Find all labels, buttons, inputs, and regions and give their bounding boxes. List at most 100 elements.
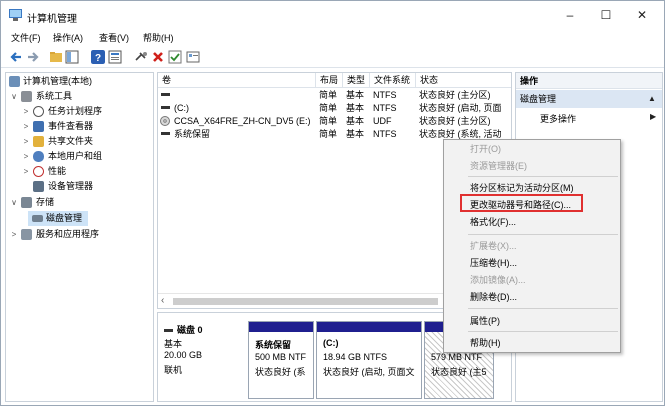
volume-layout: 简单	[319, 90, 338, 100]
volume-fs: NTFS	[373, 90, 397, 100]
tree-item-services[interactable]: > 服务和应用程序	[8, 227, 152, 242]
volume-status: 状态良好 (主分区)	[419, 116, 491, 126]
tree-item-local-users[interactable]: > 本地用户和组	[8, 149, 152, 164]
volume-status: 状态良好 (启动, 页面	[419, 103, 502, 113]
close-button[interactable]: ✕	[624, 1, 660, 29]
collapse-chevron-icon[interactable]: ∨	[10, 89, 18, 104]
volume-icon	[161, 132, 170, 135]
menu-item-shrink[interactable]: 压缩卷(H)...	[470, 256, 517, 270]
maximize-button[interactable]: ☐	[588, 1, 624, 29]
properties-icon[interactable]	[108, 50, 122, 64]
connect-icon[interactable]	[134, 50, 148, 64]
volume-type: 基本	[346, 103, 365, 113]
tree-item-label: 共享文件夹	[48, 136, 94, 146]
tree-item-label: 磁盘管理	[46, 213, 83, 223]
volume-name[interactable]: CCSA_X64FRE_ZH-CN_DV5 (E:)	[174, 115, 314, 127]
menu-item-format[interactable]: 格式化(F)...	[470, 215, 516, 229]
services-icon	[21, 229, 32, 240]
disk-info[interactable]: 磁盘 0 基本 20.00 GB 联机	[162, 321, 244, 399]
column-header-volume[interactable]: 卷	[158, 73, 316, 88]
actions-section-disk-management[interactable]: 磁盘管理 ▲	[516, 90, 662, 108]
expand-chevron-icon[interactable]: >	[22, 104, 30, 119]
expand-chevron-icon[interactable]: >	[10, 227, 18, 242]
partition-c[interactable]: (C:) 18.94 GB NTFS 状态良好 (启动, 页面文	[316, 321, 422, 399]
volume-name[interactable]: (C:)	[174, 102, 314, 114]
menu-help[interactable]: 帮助(H)	[143, 31, 174, 44]
menu-file[interactable]: 文件(F)	[11, 31, 41, 44]
partition-size: 500 MB NTF	[255, 352, 307, 362]
delete-icon[interactable]	[151, 50, 165, 64]
event-viewer-icon	[33, 121, 44, 132]
menu-separator	[468, 176, 618, 177]
menu-item-help[interactable]: 帮助(H)	[470, 336, 501, 350]
disk-state: 联机	[164, 365, 183, 375]
check-icon[interactable]	[168, 50, 182, 64]
help-icon[interactable]: ?	[91, 50, 105, 64]
show-hide-tree-icon[interactable]	[65, 50, 79, 64]
svg-text:?: ?	[95, 53, 101, 64]
expand-chevron-icon[interactable]: >	[22, 149, 30, 164]
menu-item-mark-active[interactable]: 将分区标记为活动分区(M)	[470, 181, 574, 195]
menu-action[interactable]: 操作(A)	[53, 31, 83, 44]
tree-item-device-manager[interactable]: 设备管理器	[8, 179, 152, 194]
menu-item-properties[interactable]: 属性(P)	[470, 314, 500, 328]
disk-name: 磁盘 0	[177, 325, 203, 335]
window-title: 计算机管理	[27, 14, 77, 25]
partition-status: 状态良好 (主5	[431, 367, 487, 377]
expand-chevron-icon[interactable]: >	[22, 134, 30, 149]
submenu-arrow-icon[interactable]: ▶	[650, 112, 656, 121]
expand-chevron-icon[interactable]: >	[22, 164, 30, 179]
menu-item-extend[interactable]: 扩展卷(X)...	[470, 239, 517, 253]
column-header-filesystem[interactable]: 文件系统	[370, 73, 416, 88]
menu-item-add-mirror[interactable]: 添加镜像(A)...	[470, 273, 526, 287]
toolbar: ?	[1, 46, 664, 68]
partition-bar	[249, 322, 313, 332]
performance-icon	[33, 166, 44, 177]
tree-item-task-scheduler[interactable]: > 任务计划程序	[8, 104, 152, 119]
collapse-up-icon[interactable]: ▲	[648, 90, 656, 108]
tree-item-label: 设备管理器	[48, 181, 94, 191]
scrollbar-thumb[interactable]	[173, 298, 438, 305]
menu-item-explorer[interactable]: 资源管理器(E)	[470, 159, 527, 173]
minimize-button[interactable]: –	[552, 1, 588, 29]
expand-chevron-icon[interactable]: >	[22, 119, 30, 134]
actions-section-label: 磁盘管理	[520, 94, 557, 104]
menu-view[interactable]: 查看(V)	[99, 31, 129, 44]
users-icon	[33, 151, 44, 162]
forward-icon[interactable]	[26, 50, 40, 64]
volume-name[interactable]: 系统保留	[174, 128, 314, 140]
menu-item-open[interactable]: 打开(O)	[470, 142, 501, 156]
actions-header: 操作	[516, 73, 662, 89]
up-folder-icon[interactable]	[49, 50, 63, 64]
tree-item-disk-management[interactable]: 磁盘管理	[28, 211, 88, 226]
more-actions-link[interactable]: 更多操作	[540, 112, 576, 125]
partition-name: 系统保留	[255, 340, 292, 350]
tools-icon	[21, 91, 32, 102]
tree-item-system-tools[interactable]: ∨ 系统工具	[8, 89, 152, 104]
clock-icon	[33, 106, 44, 117]
context-menu: 打开(O) 资源管理器(E) 将分区标记为活动分区(M) 更改驱动器号和路径(C…	[443, 139, 621, 353]
column-header-type[interactable]: 类型	[343, 73, 370, 88]
tree-item-shared-folders[interactable]: > 共享文件夹	[8, 134, 152, 149]
scroll-left-icon[interactable]: ‹	[161, 295, 164, 306]
partition-system-reserved[interactable]: 系统保留 500 MB NTF 状态良好 (系	[248, 321, 314, 399]
column-header-status[interactable]: 状态	[416, 73, 511, 88]
menu-item-delete[interactable]: 删除卷(D)...	[470, 290, 517, 304]
tree-item-label: 性能	[48, 166, 67, 176]
menu-separator	[468, 234, 618, 235]
tree-item-performance[interactable]: > 性能	[8, 164, 152, 179]
computer-management-icon	[9, 76, 20, 87]
tree-item-storage[interactable]: ∨ 存储	[8, 195, 152, 210]
tree-root[interactable]: 计算机管理(本地)	[8, 74, 152, 89]
view-icon[interactable]	[186, 50, 200, 64]
volume-type: 基本	[346, 116, 365, 126]
collapse-chevron-icon[interactable]: ∨	[10, 195, 18, 210]
back-icon[interactable]	[9, 50, 23, 64]
column-header-layout[interactable]: 布局	[316, 73, 343, 88]
tree-item-event-viewer[interactable]: > 事件查看器	[8, 119, 152, 134]
disk-type: 基本	[164, 339, 183, 349]
menu-bar: 文件(F) 操作(A) 查看(V) 帮助(H)	[1, 29, 664, 45]
tree-item-label: 服务和应用程序	[36, 229, 100, 239]
volume-name[interactable]	[174, 89, 314, 101]
disk-header: 磁盘 0	[164, 323, 203, 336]
